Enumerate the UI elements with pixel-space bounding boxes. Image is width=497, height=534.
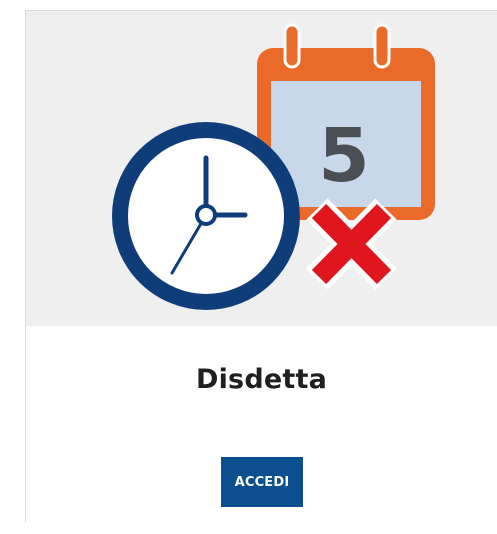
calendar-day: 5: [318, 113, 370, 199]
service-card: 5 Disdetta ACCEDI: [25, 10, 497, 522]
card-illustration: 5: [26, 11, 497, 326]
clock-icon: [112, 122, 300, 310]
page: 5 Disdetta ACCEDI: [0, 0, 497, 534]
illustration-svg: 5: [112, 23, 435, 310]
accedi-button[interactable]: ACCEDI: [221, 457, 303, 507]
card-title: Disdetta: [195, 364, 327, 395]
